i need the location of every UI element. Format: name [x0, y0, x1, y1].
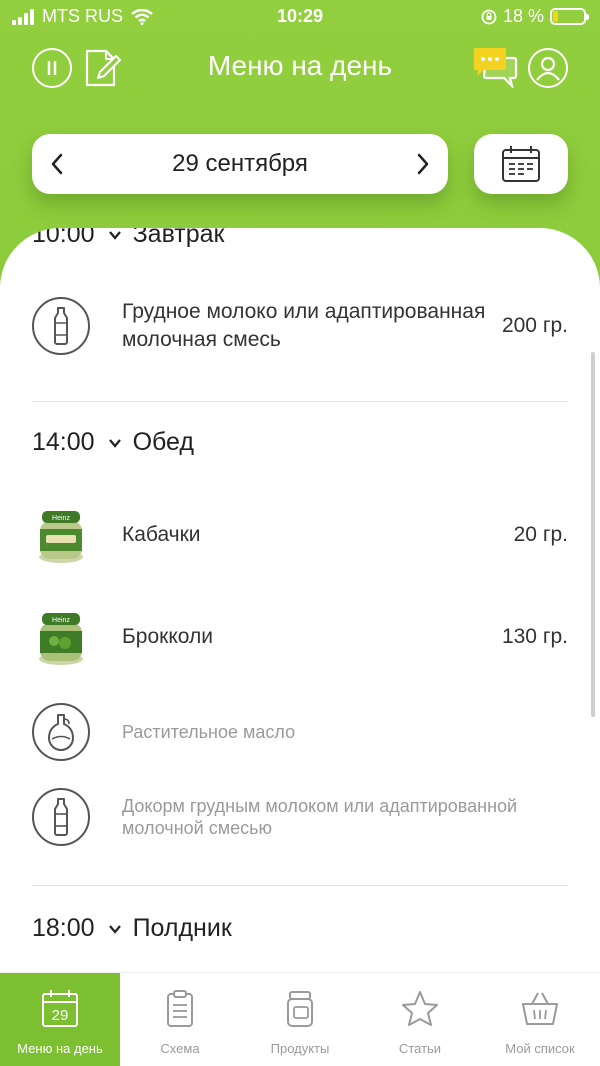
chevron-right-icon[interactable] [410, 152, 434, 176]
chevron-down-icon [108, 230, 121, 240]
meal-time: 14:00 [32, 428, 95, 456]
menu-item[interactable]: Heinz Брокколи 130 гр. [32, 606, 568, 668]
header: Меню на день [0, 40, 600, 96]
menu-item[interactable]: Heinz Кабачки 20 гр. [32, 504, 568, 566]
calendar-day: 29 [52, 1007, 69, 1024]
tab-label: Статьи [398, 1041, 442, 1056]
chat-icon[interactable] [472, 46, 518, 88]
bottle-icon [32, 788, 90, 846]
meal-time: 18:00 [32, 914, 95, 942]
menu-item[interactable]: Докорм грудным молоком или адаптированно… [32, 786, 568, 848]
item-name: Растительное масло [122, 722, 296, 742]
profile-button[interactable] [528, 48, 568, 88]
calendar-icon: 29 [42, 990, 78, 1027]
tab-label: Схема [160, 1041, 200, 1056]
item-quantity: 20 гр. [513, 523, 568, 546]
meal-header-lunch[interactable]: 14:00 Обед [32, 428, 194, 457]
battery-icon [550, 8, 589, 25]
status-bar: MTS RUS 10:29 18 % [0, 0, 600, 34]
meal-header-snack[interactable]: 18:00 Полдник [32, 914, 232, 943]
jar-brand: Heinz [52, 515, 70, 522]
item-name: Брокколи [122, 625, 213, 648]
chevron-down-icon [108, 438, 121, 448]
item-name: Грудное молоко или адаптированная молочн… [122, 300, 486, 351]
chevron-down-icon [108, 924, 121, 934]
baby-food-jar-image: Heinz [39, 511, 83, 563]
orientation-lock-icon [481, 9, 497, 24]
menu-item[interactable]: Грудное молоко или адаптированная молочн… [32, 284, 568, 368]
divider [32, 885, 568, 886]
baby-food-jar-image: Heinz [39, 613, 83, 665]
tab-label: Меню на день [17, 1041, 103, 1056]
calendar-button[interactable] [474, 134, 568, 194]
app-screen: MTS RUS 10:29 18 % Меню на день 29 сентя… [0, 0, 600, 1066]
tab-my-list[interactable]: Мой список [480, 973, 600, 1066]
star-icon [402, 991, 438, 1026]
tab-label: Мой список [505, 1041, 575, 1056]
menu-item[interactable]: Растительное масло [32, 702, 568, 762]
meal-header-breakfast[interactable]: 10:00 Завтрак [32, 228, 225, 249]
meal-name: Завтрак [132, 228, 225, 248]
jar-brand: Heinz [52, 617, 70, 624]
user-icon [536, 56, 560, 81]
basket-icon [522, 992, 558, 1025]
tab-bar: 29 Меню на день Схема Продукты Статьи Мо… [0, 972, 600, 1066]
divider [32, 401, 568, 402]
tab-menu-of-day[interactable]: 29 Меню на день [0, 973, 120, 1066]
scrollbar[interactable] [591, 352, 595, 717]
item-name: Кабачки [122, 523, 201, 546]
tab-products[interactable]: Продукты [240, 973, 360, 1066]
chevron-left-icon[interactable] [46, 152, 70, 176]
menu-list[interactable]: 10:00 Завтрак Грудное молоко или адаптир… [0, 228, 600, 972]
oil-bottle-icon [32, 703, 90, 761]
bottle-icon [32, 297, 90, 355]
date-navigator: 29 сентября [32, 134, 448, 194]
clipboard-icon [167, 990, 193, 1027]
current-date: 29 сентября [172, 150, 308, 177]
tab-articles[interactable]: Статьи [360, 973, 480, 1066]
tab-scheme[interactable]: Схема [120, 973, 240, 1066]
meal-name: Обед [132, 428, 194, 456]
meal-name: Полдник [132, 914, 232, 942]
jar-icon [287, 991, 313, 1027]
item-quantity: 130 гр. [501, 625, 568, 648]
tab-label: Продукты [270, 1041, 330, 1056]
item-quantity: 200 гр. [501, 314, 568, 337]
item-name: Докорм грудным молоком или адаптированно… [122, 796, 518, 838]
calendar-icon [502, 146, 540, 182]
battery-percent: 18 % [502, 6, 544, 26]
meal-time: 10:00 [32, 228, 95, 248]
